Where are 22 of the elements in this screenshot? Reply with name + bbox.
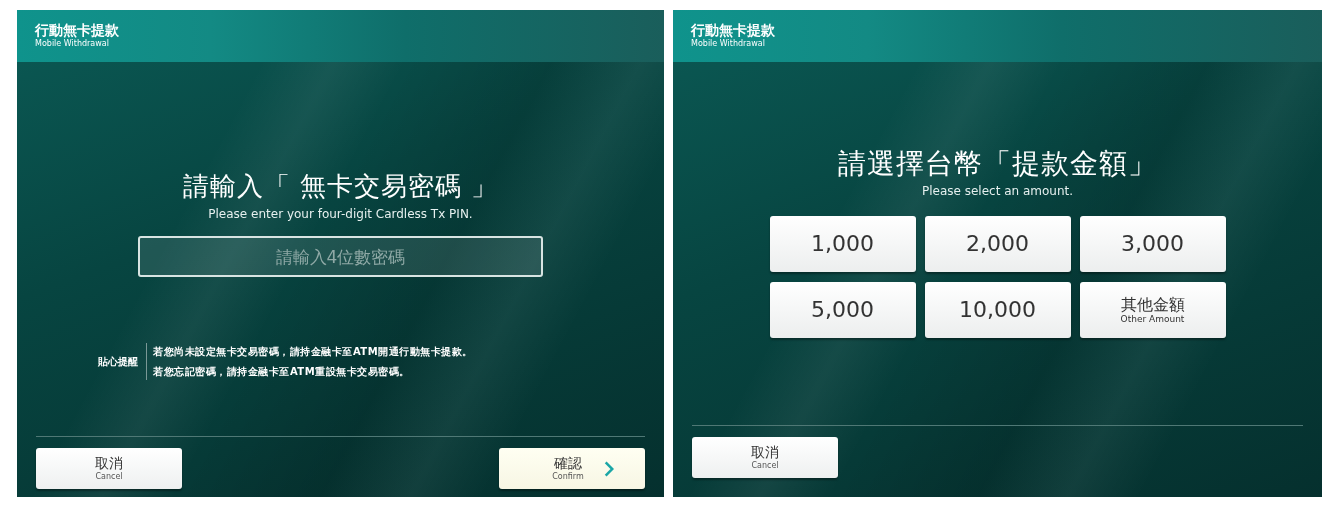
amount-button[interactable]: 5,000 — [769, 282, 916, 338]
cancel-button[interactable]: 取消 Cancel — [692, 437, 838, 478]
amount-button[interactable]: 1,000 — [769, 216, 916, 272]
amount-button[interactable]: 2,000 — [924, 216, 1071, 272]
amount-button[interactable]: 3,000 — [1079, 216, 1226, 272]
app-title: 行動無卡提款 — [35, 22, 119, 39]
amount-button[interactable]: 其他金額 Other Amount — [1079, 282, 1226, 338]
pin-field[interactable]: 請輸入4位數密碼 — [138, 236, 543, 277]
page-heading: 請輸入「 無卡交易密碼 」 — [182, 170, 499, 202]
tip-text: 若您忘記密碼，請持金融卡至ATM重設無卡交易密碼。 — [153, 365, 410, 378]
amount-button[interactable]: 10,000 — [924, 282, 1071, 338]
app-subtitle: Mobile Withdrawal — [691, 39, 765, 49]
tip-text: 若您尚未設定無卡交易密碼，請持金融卡至ATM開通行動無卡提款。 — [153, 345, 473, 358]
tip-label: 貼心提醒 — [98, 354, 140, 369]
cancel-button[interactable]: 取消 Cancel — [36, 448, 182, 489]
page-subheading: Please select an amount. — [921, 183, 1074, 199]
app-subtitle: Mobile Withdrawal — [35, 39, 109, 49]
chevron-right-icon — [603, 459, 614, 478]
confirm-button[interactable]: 確認 Confirm — [499, 448, 645, 489]
page-heading: 請選擇台幣「提款金額」 — [838, 148, 1157, 180]
app-title: 行動無卡提款 — [691, 22, 775, 39]
page-subheading: Please enter your four-digit Cardless Tx PIN. — [208, 206, 473, 222]
